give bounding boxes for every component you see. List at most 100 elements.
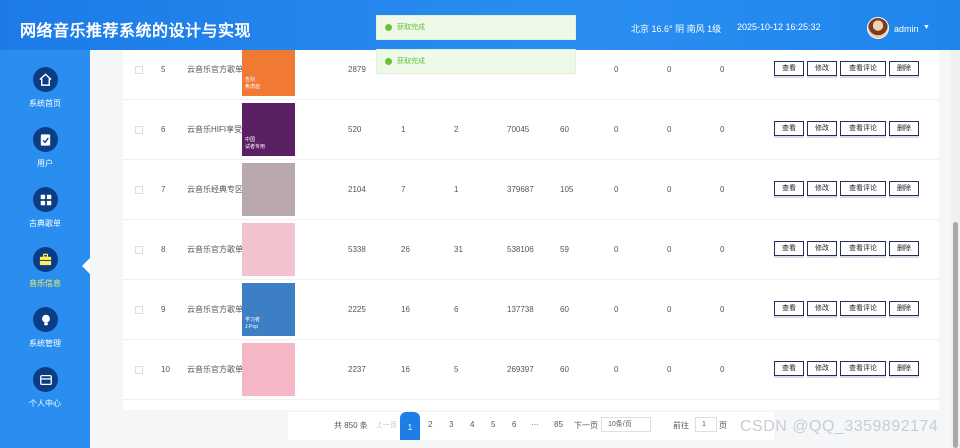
edit-button[interactable]: 修改 (807, 181, 837, 196)
avatar[interactable] (867, 17, 889, 39)
sidebar-item-music-info[interactable]: 音乐信息 (0, 247, 90, 307)
goto-label: 前往 (673, 421, 689, 430)
success-icon (385, 24, 392, 31)
briefcase-icon (33, 247, 58, 272)
table-cell: 9 (161, 305, 166, 314)
row-checkbox[interactable] (135, 246, 143, 254)
comments-button[interactable]: 查看评论 (840, 241, 886, 256)
goto-suffix: 页 (719, 421, 727, 430)
view-button[interactable]: 查看 (774, 61, 804, 76)
sidebar-item-label: 古典歌单 (29, 219, 61, 228)
view-button[interactable]: 查看 (774, 361, 804, 376)
view-button[interactable]: 查看 (774, 121, 804, 136)
sidebar-item-personal-center[interactable]: 个人中心 (0, 367, 90, 427)
table-cell: 0 (720, 65, 725, 74)
sidebar-item-label: 用户 (37, 159, 53, 168)
row-checkbox[interactable] (135, 66, 143, 74)
more-pages-icon[interactable]: ··· (531, 420, 539, 429)
comments-button[interactable]: 查看评论 (840, 361, 886, 376)
prev-page-button[interactable]: 上一页 (376, 420, 397, 430)
table-cell: 31 (454, 245, 463, 254)
row-checkbox[interactable] (135, 186, 143, 194)
table-cell: 7 (161, 185, 166, 194)
sidebar-item-label: 音乐信息 (29, 279, 61, 288)
table-cell: 0 (614, 365, 619, 374)
table-cell: 0 (614, 125, 619, 134)
sidebar-item-label: 系统管理 (29, 339, 61, 348)
table-cell: 云音乐经典专区 (187, 185, 243, 194)
cover-caption: 中国 试者专用 (245, 137, 266, 150)
delete-button[interactable]: 删除 (889, 181, 919, 196)
row-checkbox[interactable] (135, 126, 143, 134)
sidebar-item-home[interactable]: 系统首页 (0, 67, 90, 127)
table-row: 8 云音乐官方歌单 5338 26 31 538106 59 0 0 0 查看 修改 查看评论 删除 (123, 220, 939, 280)
page-button-active[interactable]: 1 (400, 412, 420, 440)
goto-page-input[interactable]: 1 (695, 417, 717, 432)
table-cell: 5 (161, 65, 166, 74)
comments-button[interactable]: 查看评论 (840, 121, 886, 136)
bulb-icon (33, 307, 58, 332)
view-button[interactable]: 查看 (774, 181, 804, 196)
edit-button[interactable]: 修改 (807, 301, 837, 316)
table-cell: 8 (161, 245, 166, 254)
delete-button[interactable]: 删除 (889, 121, 919, 136)
table-cell: 0 (614, 305, 619, 314)
wallet-icon (33, 367, 58, 392)
sidebar-item-users[interactable]: 用户 (0, 127, 90, 187)
vertical-scrollbar[interactable] (951, 50, 960, 448)
success-icon (385, 58, 392, 65)
sidebar-item-system-management[interactable]: 系统管理 (0, 307, 90, 367)
page-size-select[interactable]: 10条/页 (601, 417, 651, 432)
table-cell: 6 (161, 125, 166, 134)
chevron-down-icon[interactable]: ▼ (923, 24, 930, 31)
cover-image: 学习者 J-Pop (242, 283, 295, 336)
table-cell: 0 (614, 185, 619, 194)
comments-button[interactable]: 查看评论 (840, 181, 886, 196)
edit-button[interactable]: 修改 (807, 61, 837, 76)
sidebar-item-label: 系统首页 (29, 99, 61, 108)
table-cell: 0 (667, 65, 672, 74)
page-button[interactable]: 6 (512, 420, 516, 429)
table-cell: 云音乐官方歌单 (187, 365, 243, 374)
page-button[interactable]: 5 (491, 420, 495, 429)
delete-button[interactable]: 删除 (889, 61, 919, 76)
table-cell: 5 (454, 365, 459, 374)
table-cell: 16 (401, 365, 410, 374)
table-cell: 105 (560, 185, 574, 194)
scrollbar-thumb[interactable] (953, 222, 958, 448)
edit-button[interactable]: 修改 (807, 361, 837, 376)
table-cell: 云音乐官方歌单 (187, 305, 243, 314)
table-cell: 60 (560, 365, 569, 374)
table-cell: 1 (401, 125, 406, 134)
table-cell: 0 (720, 305, 725, 314)
delete-button[interactable]: 删除 (889, 301, 919, 316)
row-checkbox[interactable] (135, 366, 143, 374)
table-cell: 6 (454, 305, 459, 314)
page-button[interactable]: 3 (449, 420, 453, 429)
comments-button[interactable]: 查看评论 (840, 61, 886, 76)
toast-message: 获取完成 (376, 15, 576, 40)
page-button[interactable]: 85 (554, 420, 563, 429)
table-cell: 59 (560, 245, 569, 254)
clipboard-check-icon (33, 127, 58, 152)
next-page-button[interactable]: 下一页 (574, 420, 598, 431)
delete-button[interactable]: 删除 (889, 361, 919, 376)
table-cell: 10 (161, 365, 170, 374)
page-button[interactable]: 4 (470, 420, 474, 429)
view-button[interactable]: 查看 (774, 241, 804, 256)
row-checkbox[interactable] (135, 306, 143, 314)
edit-button[interactable]: 修改 (807, 121, 837, 136)
sidebar-item-classical-playlist[interactable]: 古典歌单 (0, 187, 90, 247)
page-button[interactable]: 2 (428, 420, 432, 429)
comments-button[interactable]: 查看评论 (840, 301, 886, 316)
table-cell: 0 (720, 245, 725, 254)
edit-button[interactable]: 修改 (807, 241, 837, 256)
delete-button[interactable]: 删除 (889, 241, 919, 256)
username[interactable]: admin (894, 24, 919, 34)
table-cell: 5338 (348, 245, 366, 254)
pagination: 共 850 条 上一页 1 2 3 4 5 6 ··· 85 下一页 10条/页… (288, 412, 774, 440)
view-button[interactable]: 查看 (774, 301, 804, 316)
table-cell: 2 (454, 125, 459, 134)
table-cell: 0 (614, 65, 619, 74)
table-cell: 60 (560, 305, 569, 314)
